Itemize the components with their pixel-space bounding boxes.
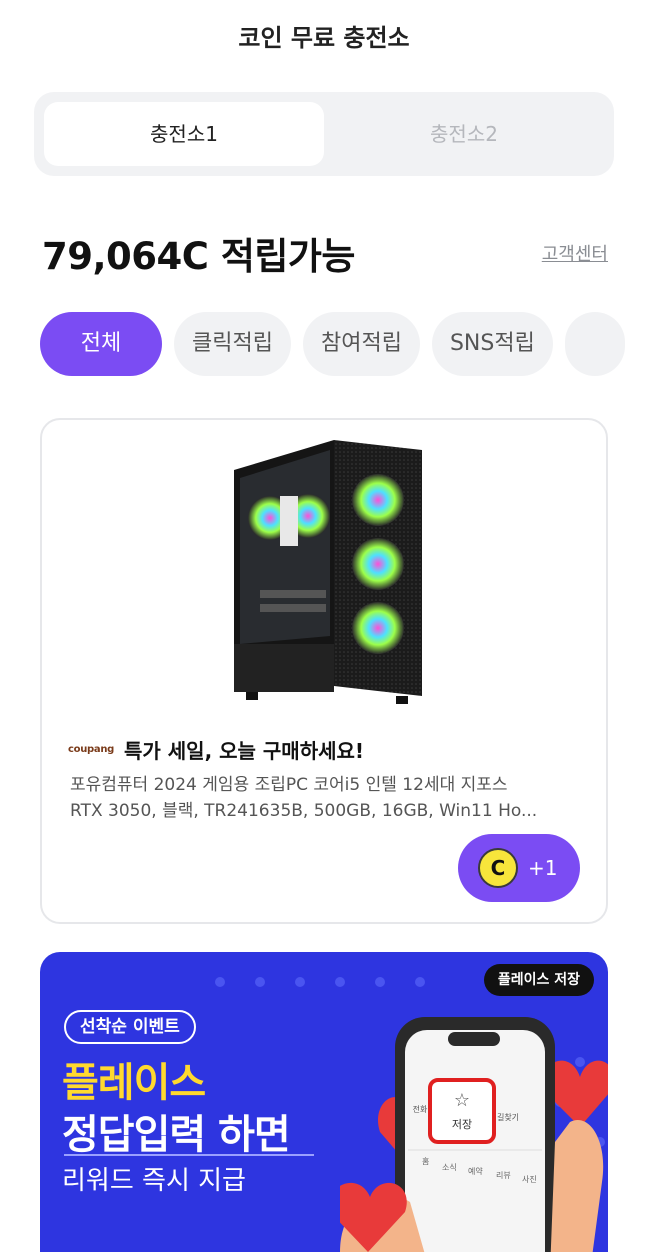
earn-coin-button[interactable]: C +1 [458,834,580,902]
description-line-2: RTX 3050, 블랙, TR241635B, 500GB, 16GB, Wi… [70,801,538,821]
phone-tab-review: 리뷰 [496,1171,511,1180]
banner-headline-2: 정답입력 하면 [62,1112,291,1158]
filter-chip-all[interactable]: 전체 [40,312,162,376]
filter-chip-more[interactable] [564,312,625,376]
ad-brand-row: coupang 특가 세일, 오늘 구매하세요! [68,734,364,764]
banner-divider [64,1154,314,1156]
filter-chips: 전체 클릭적립 참여적립 SNS적립 [40,312,648,378]
phone-side-right: 길찾기 [497,1112,519,1122]
banner-subtext: 리워드 즉시 지급 [62,1166,246,1196]
filter-chip-click[interactable]: 클릭적립 [174,312,291,376]
ad-headline: 특가 세일, 오늘 구매하세요! [124,738,365,763]
station-tabs: 충전소1 충전소2 [34,92,614,176]
coupang-logo: coupang [68,743,115,755]
tab-station-1[interactable]: 충전소1 [44,102,324,166]
banner-headline-1: 플레이스 [62,1060,206,1106]
phone-tab-home: 홈 [422,1156,429,1166]
filter-chip-sns[interactable]: SNS적립 [431,312,553,376]
phone-save-label: 저장 [452,1118,472,1131]
product-ad-card[interactable]: coupang 특가 세일, 오늘 구매하세요! 포유컴퓨터 2024 게임용 … [40,418,608,924]
description-line-1: 포유컴퓨터 2024 게임용 조립PC 코어i5 인텔 12세대 지포스 [70,775,508,795]
customer-center-link[interactable]: 고객센터 [542,240,608,266]
phone-tab-photo: 사진 [522,1174,537,1184]
phone-tab-news: 소식 [442,1163,457,1172]
phone-illustration: ☆ 저장 전화 길찾기 홈 소식 예약 리뷰 사진 [340,1017,608,1252]
tab-station-2[interactable]: 충전소2 [324,102,604,166]
page-title: 코인 무료 충전소 [238,24,410,52]
phone-side-left: 전화 [413,1104,428,1114]
event-badge: 선착순 이벤트 [64,1010,196,1044]
phone-tab-reserve: 예약 [468,1166,483,1176]
place-save-tag: 플레이스 저장 [483,964,594,996]
svg-text:☆: ☆ [454,1090,470,1111]
gaming-pc-image [234,440,422,704]
filter-chip-participate[interactable]: 참여적립 [302,312,420,376]
place-save-banner[interactable]: 플레이스 저장 선착순 이벤트 플레이스 정답입력 하면 리워드 즉시 지급 ☆… [40,952,608,1252]
coin-icon: C [478,848,518,888]
available-coin-balance: 79,064C 적립가능 [42,235,355,278]
product-description: 포유컴퓨터 2024 게임용 조립PC 코어i5 인텔 12세대 지포스 RTX… [70,772,580,824]
reward-amount: +1 [528,856,558,880]
